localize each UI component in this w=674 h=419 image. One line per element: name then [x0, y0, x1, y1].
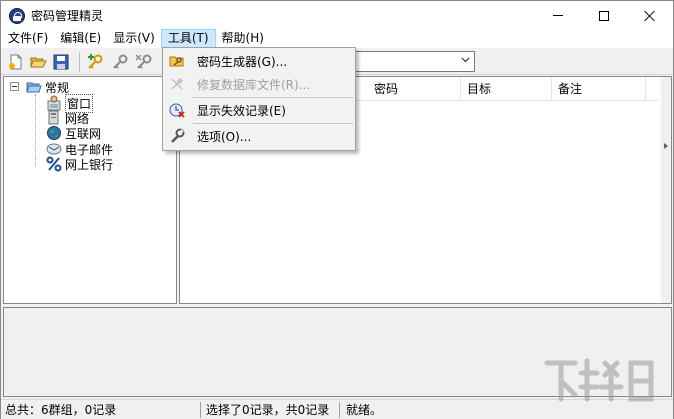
menu-file[interactable]: 文件(F)	[1, 29, 54, 48]
email-icon	[46, 143, 62, 155]
download-site-watermark-logo	[544, 358, 654, 402]
menu-item-label: 显示失效记录(E)	[197, 104, 286, 118]
menu-help[interactable]: 帮助(H)	[216, 29, 270, 48]
status-divider	[339, 402, 340, 418]
chevron-down-icon[interactable]	[461, 55, 470, 64]
network-computer-icon	[48, 110, 59, 125]
menu-separator	[193, 97, 353, 98]
window-title: 密码管理精灵	[31, 9, 104, 23]
menu-tools[interactable]: 工具(T)	[160, 29, 216, 48]
status-divider	[200, 402, 201, 418]
expired-records-icon	[169, 103, 185, 118]
menu-view[interactable]: 显示(V)	[107, 29, 161, 48]
delete-key-icon	[135, 54, 152, 69]
menu-edit[interactable]: 编辑(E)	[54, 29, 107, 48]
open-folder-icon	[30, 57, 47, 68]
new-file-icon	[9, 54, 22, 70]
column-header-notes[interactable]: 备注	[552, 77, 646, 101]
minimize-button[interactable]	[535, 1, 581, 30]
tree-item-label: 网上银行	[65, 157, 114, 172]
status-selection: 选择了0记录，共0记录	[206, 403, 330, 417]
tree-connector	[35, 94, 36, 166]
window-controls	[535, 1, 673, 30]
new-file-button[interactable]	[7, 53, 25, 71]
menu-bar: 文件(F) 编辑(E) 显示(V) 工具(T) 帮助(H)	[1, 29, 673, 48]
add-key-button[interactable]	[86, 53, 104, 71]
menu-item-options[interactable]: 选项(O)...	[165, 125, 353, 147]
open-button[interactable]	[29, 53, 47, 71]
toolbar-separator	[79, 52, 80, 72]
edit-key-button[interactable]	[111, 53, 129, 71]
column-header-target[interactable]: 目标	[461, 77, 552, 101]
menu-item-password-generator[interactable]: 密码生成器(G)...	[165, 50, 353, 72]
status-state: 就绪。	[346, 403, 383, 417]
tools-menu-dropdown: 密码生成器(G)... 修复数据库文件(R)... 显示失效记录(E) 选项(O…	[162, 47, 356, 151]
delete-key-button[interactable]	[135, 53, 153, 71]
menu-item-label: 修复数据库文件(R)...	[197, 78, 311, 92]
minimize-icon	[553, 15, 563, 16]
window-person-icon	[47, 95, 61, 111]
list-scrollbar[interactable]	[661, 77, 671, 303]
menu-item-repair-database: 修复数据库文件(R)...	[165, 73, 353, 95]
wrench-icon	[171, 128, 185, 143]
title-bar[interactable]: 密码管理精灵	[1, 1, 673, 30]
menu-separator	[193, 123, 353, 124]
column-header-password[interactable]: 密码	[368, 77, 461, 101]
menu-item-label: 密码生成器(G)...	[197, 55, 288, 69]
add-key-icon	[88, 54, 103, 69]
chevron-right-icon[interactable]	[663, 143, 669, 149]
edit-key-icon	[113, 54, 128, 69]
lock-app-icon	[9, 7, 25, 24]
percent-bank-icon	[46, 156, 62, 172]
repair-tools-icon	[171, 77, 184, 90]
key-folder-icon	[169, 56, 184, 67]
maximize-button[interactable]	[581, 1, 627, 30]
save-button[interactable]	[52, 53, 70, 71]
tree-collapse-toggle[interactable]	[10, 82, 19, 91]
maximize-icon	[599, 10, 609, 21]
app-window: 密码管理精灵 文件(F) 编辑(E) 显示(V) 工具(T) 帮助(H) 常规 …	[0, 0, 674, 419]
close-icon	[644, 10, 656, 22]
tree-item-root[interactable]: 常规	[26, 79, 69, 95]
tree-item-internet[interactable]: 互联网	[46, 125, 101, 141]
status-group-count: 总共：6群组，0记录	[5, 403, 117, 417]
group-tree[interactable]: 常规 窗口 网络 互联网 电子邮件 网上银行	[3, 76, 177, 304]
close-button[interactable]	[627, 1, 673, 30]
save-icon	[53, 54, 69, 70]
globe-icon	[47, 126, 61, 140]
filter-combobox[interactable]	[353, 51, 475, 72]
tree-item-banking[interactable]: 网上银行	[46, 156, 113, 172]
menu-item-show-expired[interactable]: 显示失效记录(E)	[165, 99, 353, 121]
tree-item-label: 互联网	[65, 126, 102, 141]
menu-item-label: 选项(O)...	[197, 130, 252, 144]
folder-open-icon	[26, 82, 42, 93]
